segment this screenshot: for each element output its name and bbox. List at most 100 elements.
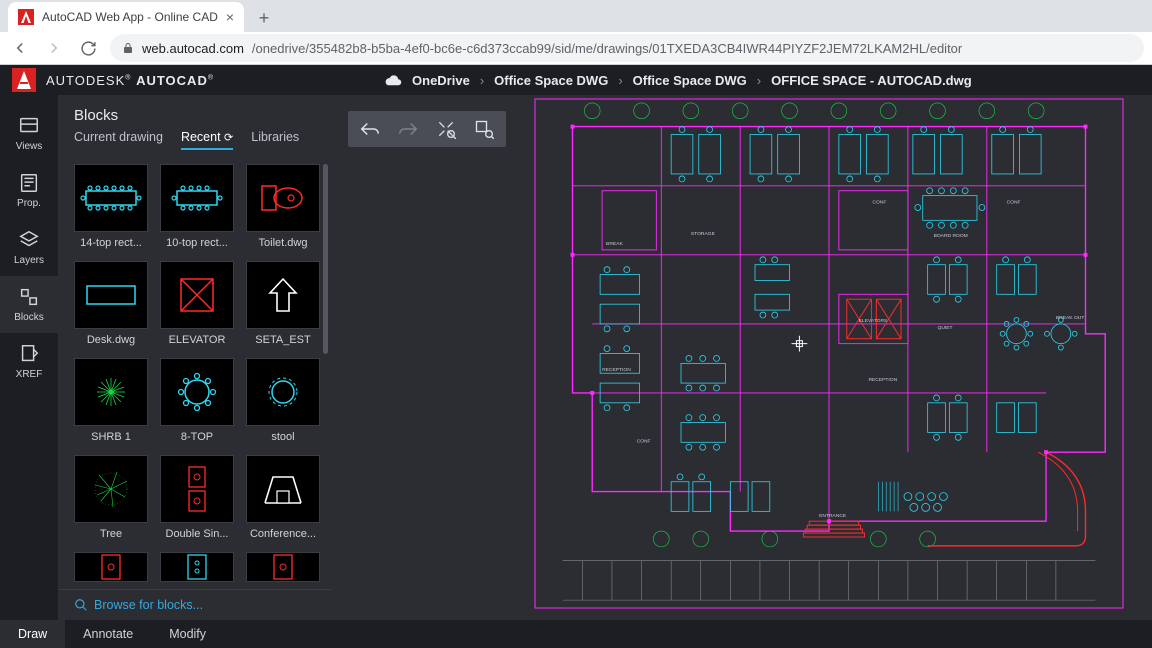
cloud-icon — [384, 74, 402, 86]
zoom-window-button[interactable] — [472, 117, 496, 141]
browser-toolbar: web.autocad.com/onedrive/355482b8-b5ba-4… — [0, 32, 1152, 65]
layers-icon — [18, 229, 40, 251]
lock-icon — [122, 42, 134, 54]
svg-text:RECEPTION: RECEPTION — [868, 377, 897, 383]
tab-annotate[interactable]: Annotate — [65, 620, 151, 648]
autodesk-logo-icon — [12, 68, 36, 92]
chevron-right-icon: › — [618, 73, 622, 88]
browser-tab[interactable]: AutoCAD Web App - Online CAD × — [8, 2, 244, 32]
tab-strip: AutoCAD Web App - Online CAD × + — [0, 0, 1152, 32]
chevron-right-icon: › — [757, 73, 761, 88]
url-domain: web.autocad.com — [142, 41, 244, 56]
block-thumb — [160, 358, 234, 426]
url-path: /onedrive/355482b8-b5ba-4ef0-bc6e-c6d373… — [252, 41, 962, 56]
crumb-2[interactable]: Office Space DWG — [633, 73, 747, 88]
block-thumb — [74, 552, 148, 582]
app-header: AUTODESK® AUTOCAD® OneDrive › Office Spa… — [0, 65, 1152, 95]
block-partial-3[interactable] — [246, 552, 320, 582]
tab-title: AutoCAD Web App - Online CAD — [42, 10, 218, 24]
block-thumb — [246, 358, 320, 426]
floor-plan-drawing[interactable]: BREAK STORAGE BOARD ROOM ELEVATORS RECEP… — [522, 97, 1136, 610]
scrollbar[interactable] — [323, 164, 328, 354]
svg-text:CONF: CONF — [872, 200, 886, 206]
forward-button[interactable] — [42, 36, 66, 60]
block-conference[interactable]: Conference... — [246, 455, 320, 540]
block-10-top-rect[interactable]: 10-top rect... — [160, 164, 234, 249]
views-icon — [18, 115, 40, 137]
crumb-3[interactable]: OFFICE SPACE - AUTOCAD.dwg — [771, 73, 972, 88]
tab-current-drawing[interactable]: Current drawing — [74, 130, 163, 150]
bottom-tab-bar: Draw Annotate Modify — [0, 620, 1152, 648]
close-tab-icon[interactable]: × — [226, 9, 234, 25]
new-tab-button[interactable]: + — [250, 4, 278, 32]
block-thumb — [160, 455, 234, 523]
block-thumb — [74, 455, 148, 523]
svg-text:BREAK OUT: BREAK OUT — [1056, 315, 1084, 321]
blocks-grid: 14-top rect... 10-top rect... Toilet.dwg… — [58, 158, 332, 589]
tab-draw[interactable]: Draw — [0, 620, 65, 648]
reload-button[interactable] — [76, 36, 100, 60]
svg-text:BOARD ROOM: BOARD ROOM — [934, 233, 968, 239]
properties-icon — [18, 172, 40, 194]
block-thumb — [74, 261, 148, 329]
tab-recent[interactable]: Recent ⟳ — [181, 130, 233, 150]
svg-text:STORAGE: STORAGE — [691, 231, 716, 237]
brand[interactable]: AUTODESK® AUTOCAD® — [12, 68, 214, 92]
blocks-panel-title: Blocks — [58, 95, 332, 130]
search-icon — [74, 598, 88, 612]
browse-for-blocks[interactable]: Browse for blocks... — [58, 589, 332, 620]
blocks-tabs: Current drawing Recent ⟳ Libraries — [58, 130, 332, 158]
block-stool[interactable]: stool — [246, 358, 320, 443]
crumb-1[interactable]: Office Space DWG — [494, 73, 608, 88]
block-double-sink[interactable]: Double Sin... — [160, 455, 234, 540]
block-partial-2[interactable] — [160, 552, 234, 582]
block-thumb — [74, 358, 148, 426]
block-thumb — [160, 552, 234, 582]
block-tree[interactable]: Tree — [74, 455, 148, 540]
blocks-icon — [18, 286, 40, 308]
block-thumb — [160, 164, 234, 232]
redo-button[interactable] — [396, 117, 420, 141]
block-thumb — [246, 164, 320, 232]
favicon-autocad-icon — [18, 9, 34, 25]
autocad-app: AUTODESK® AUTOCAD® OneDrive › Office Spa… — [0, 65, 1152, 648]
rail-properties[interactable]: Prop. — [0, 162, 58, 219]
browser-chrome: AutoCAD Web App - Online CAD × + web.aut… — [0, 0, 1152, 65]
svg-text:QUIET: QUIET — [938, 325, 953, 331]
block-thumb — [74, 164, 148, 232]
block-elevator[interactable]: ELEVATOR — [160, 261, 234, 346]
breadcrumb: OneDrive › Office Space DWG › Office Spa… — [384, 73, 972, 88]
svg-text:ENTRANCE: ENTRANCE — [819, 513, 847, 519]
address-bar[interactable]: web.autocad.com/onedrive/355482b8-b5ba-4… — [110, 34, 1144, 62]
crumb-0[interactable]: OneDrive — [412, 73, 470, 88]
block-14-top-rect[interactable]: 14-top rect... — [74, 164, 148, 249]
brand-text: AUTODESK® AUTOCAD® — [46, 73, 214, 88]
left-rail: Views Prop. Layers Blocks XREF — [0, 95, 58, 620]
block-partial-1[interactable] — [74, 552, 148, 582]
back-button[interactable] — [8, 36, 32, 60]
canvas-toolbar — [348, 111, 506, 147]
block-shrb1[interactable]: SHRB 1 — [74, 358, 148, 443]
block-seta-est[interactable]: SETA_EST — [246, 261, 320, 346]
xref-icon — [18, 343, 40, 365]
refresh-icon[interactable]: ⟳ — [224, 132, 233, 144]
block-toilet[interactable]: Toilet.dwg — [246, 164, 320, 249]
tab-libraries[interactable]: Libraries — [251, 130, 299, 150]
block-thumb — [246, 552, 320, 582]
chevron-right-icon: › — [480, 73, 484, 88]
block-thumb — [160, 261, 234, 329]
svg-text:CONF: CONF — [1007, 200, 1021, 206]
zoom-extents-button[interactable] — [434, 117, 458, 141]
block-8-top[interactable]: 8-TOP — [160, 358, 234, 443]
rail-views[interactable]: Views — [0, 105, 58, 162]
canvas-area[interactable]: BREAK STORAGE BOARD ROOM ELEVATORS RECEP… — [332, 95, 1152, 620]
block-thumb — [246, 261, 320, 329]
rail-blocks[interactable]: Blocks — [0, 276, 58, 333]
svg-text:RECEPTION: RECEPTION — [602, 367, 631, 373]
rail-xref[interactable]: XREF — [0, 333, 58, 390]
block-desk[interactable]: Desk.dwg — [74, 261, 148, 346]
rail-layers[interactable]: Layers — [0, 219, 58, 276]
undo-button[interactable] — [358, 117, 382, 141]
block-thumb — [246, 455, 320, 523]
tab-modify[interactable]: Modify — [151, 620, 224, 648]
